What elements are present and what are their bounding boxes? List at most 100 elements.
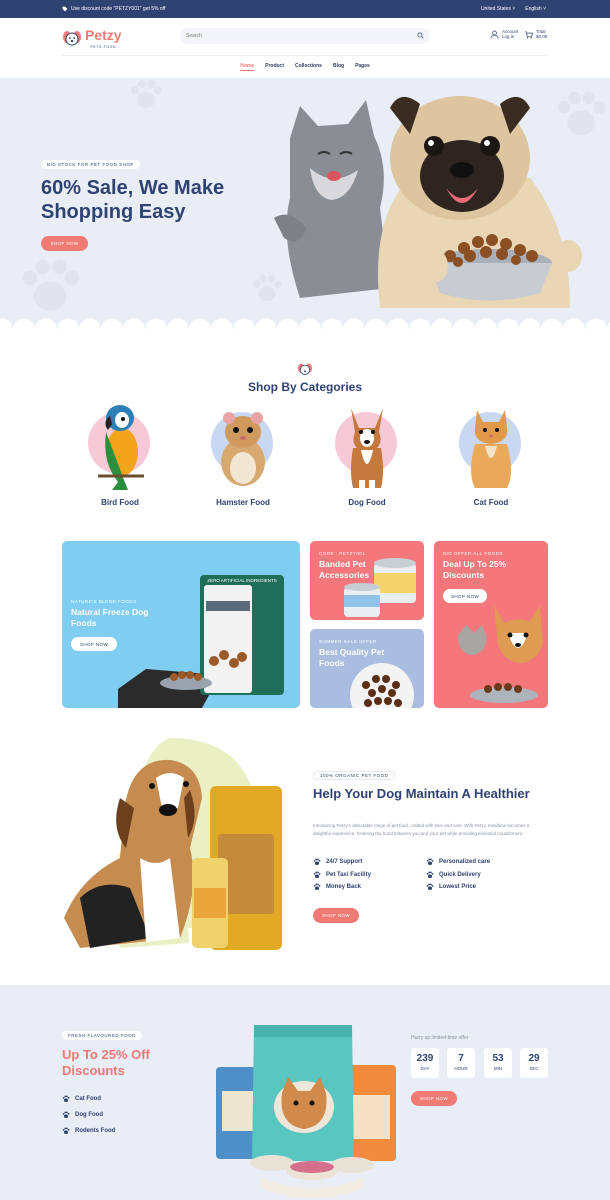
site-header: Petzy PETS FOOD AccountLog in Total$0.00… (0, 19, 610, 77)
promo-section: FRESH FLAVOURED FOOD Up To 25% Off Disco… (0, 985, 610, 1200)
login-label: Log in (502, 34, 515, 39)
dog-logo-icon (63, 31, 81, 46)
banner-natural-freeze[interactable]: NATURE'S BLEND FOODS Natural Freeze Dog … (62, 541, 300, 708)
search-input[interactable] (186, 31, 406, 41)
countdown-value: 7 (458, 1053, 464, 1064)
logo[interactable]: Petzy PETS FOOD (62, 27, 122, 49)
list-item: Cat Food (62, 1091, 115, 1107)
countdown-seconds: 29 SEC (520, 1048, 548, 1078)
user-icon (490, 30, 499, 39)
banner-shop-now-button[interactable]: SHOP NOW (71, 637, 117, 651)
list-item: Money Back (313, 881, 371, 894)
nav-product[interactable]: Product (265, 63, 284, 71)
cart-total-value: $0.00 (536, 34, 548, 39)
countdown-value: 29 (528, 1053, 540, 1064)
paw-icon (62, 1111, 70, 1118)
paw-icon (62, 1127, 70, 1134)
cart-link[interactable]: Total $0.00 (524, 29, 547, 39)
feature-item-label: 24/7 Support (326, 859, 363, 866)
paw-icon (426, 871, 434, 878)
hero-shop-now-button[interactable]: SHOP NOW (41, 236, 88, 251)
banner-quality-foods[interactable]: SUMMER SALE OFFER Best Quality Pet Foods (310, 629, 424, 708)
feature-title: Help Your Dog Maintain A Healthier (313, 786, 530, 801)
paw-icon (313, 858, 321, 866)
category-hamster-food[interactable]: Hamster Food (203, 400, 283, 510)
feature-item-label: Quick Delivery (439, 871, 481, 878)
chevron-down-icon: ˅ (543, 6, 546, 12)
nav-home[interactable]: Home (240, 63, 255, 71)
countdown-unit: MIN (493, 1066, 503, 1071)
promo-message: Use discount code "PETZY001" get 5% off (62, 6, 165, 12)
feature-description: Introducing Petzy's delectable range of … (313, 823, 530, 836)
puppy-kitten-image (458, 605, 543, 703)
food-bowl-image (350, 663, 414, 708)
countdown-label: Hurry up limited-time offer (411, 1035, 469, 1041)
logo-subtitle: PETS FOOD (90, 45, 117, 49)
nav-blog[interactable]: Blog (333, 63, 344, 71)
feature-list-left: 24/7 Support Pet Taxi Facility Money Bac… (313, 856, 371, 894)
category-cat-food[interactable]: Cat Food (451, 400, 531, 510)
cat-image (471, 410, 511, 488)
hamster-image (221, 412, 265, 486)
feature-list-right: Personalized care Quick Delivery Lowest … (426, 856, 490, 894)
tag-icon (62, 6, 68, 12)
promo-tag: FRESH FLAVOURED FOOD (62, 1031, 142, 1040)
banner-pet-accessories[interactable]: CODE : PETZY001 Banded Pet Accessories (310, 541, 424, 620)
search-bar (180, 28, 430, 44)
hero-banner: BIG STOCK FOR PET FOOD SHOP 60% Sale, We… (0, 78, 610, 330)
cloud-divider (0, 316, 610, 330)
category-dog-food[interactable]: Dog Food (327, 400, 407, 510)
categories-title: Shop By Categories (247, 380, 363, 394)
category-label: Hamster Food (216, 498, 270, 507)
banner-deal-discounts[interactable]: BIG OFFER ALL FOODS Deal Up To 25% Disco… (434, 541, 548, 708)
banner-tag: BIG OFFER ALL FOODS (443, 551, 503, 556)
language-label: English (525, 6, 542, 12)
category-bird-food[interactable]: Bird Food (80, 400, 160, 510)
logo-text: Petzy (85, 27, 122, 43)
nav-pages[interactable]: Pages (355, 63, 370, 71)
promo-item-label: Cat Food (75, 1096, 101, 1102)
countdown-unit: HOUR (454, 1066, 468, 1071)
main-nav: Home Product Collections Blog Pages (0, 63, 610, 71)
nav-collections[interactable]: Collections (295, 63, 322, 71)
country-selector[interactable]: United States ˅ (481, 6, 515, 12)
dog-image (351, 408, 383, 488)
cans-image (344, 558, 416, 617)
paw-icon (62, 1095, 70, 1102)
banner-title: Deal Up To 25% Discounts (443, 559, 507, 580)
list-item: Dog Food (62, 1107, 115, 1123)
header-divider (62, 55, 548, 56)
feature-tag: 100% ORGANIC PET FOOD (313, 771, 396, 780)
category-label: Bird Food (101, 498, 139, 507)
dog-food-package-image: ZERO ARTIFICIAL INGREDIENTS (118, 575, 284, 708)
paw-icon (426, 883, 434, 891)
feature-item-label: Lowest Price (439, 884, 477, 891)
cart-icon (524, 30, 533, 39)
paw-icon (313, 871, 321, 878)
paw-print-icon (22, 259, 80, 311)
paw-print-icon (131, 80, 162, 108)
list-item: 24/7 Support (313, 856, 371, 869)
countdown-hours: 7 HOUR (447, 1048, 475, 1078)
countdown-value: 239 (416, 1053, 434, 1064)
feature-item-label: Pet Taxi Facility (326, 871, 371, 878)
countdown-unit: SEC (529, 1066, 539, 1071)
country-label: United States (480, 6, 511, 12)
search-icon[interactable] (417, 32, 424, 39)
feature-shop-now-button[interactable]: SHOP NOW (313, 908, 359, 923)
promo-shop-now-button[interactable]: SHOP NOW (411, 1091, 457, 1106)
announcement-bar: Use discount code "PETZY001" get 5% off … (0, 0, 610, 19)
language-selector[interactable]: English ˅ (525, 6, 546, 12)
countdown-value: 53 (492, 1053, 504, 1064)
list-item: Rodents Food (62, 1123, 115, 1139)
countdown-unit: DAY (420, 1066, 430, 1071)
dog-logo-icon (298, 363, 312, 375)
banner-tag: CODE : PETZY001 (319, 551, 366, 556)
promo-title: Up To 25% Off Discounts (62, 1047, 150, 1078)
parrot-image (98, 405, 144, 490)
account-link[interactable]: Account Log in (490, 29, 518, 39)
chevron-down-icon: ˅ (512, 6, 516, 12)
hero-tagline: BIG STOCK FOR PET FOOD SHOP (41, 160, 140, 169)
package-label: ZERO ARTIFICIAL INGREDIENTS (207, 578, 277, 583)
beagle-with-food-image (64, 738, 282, 950)
